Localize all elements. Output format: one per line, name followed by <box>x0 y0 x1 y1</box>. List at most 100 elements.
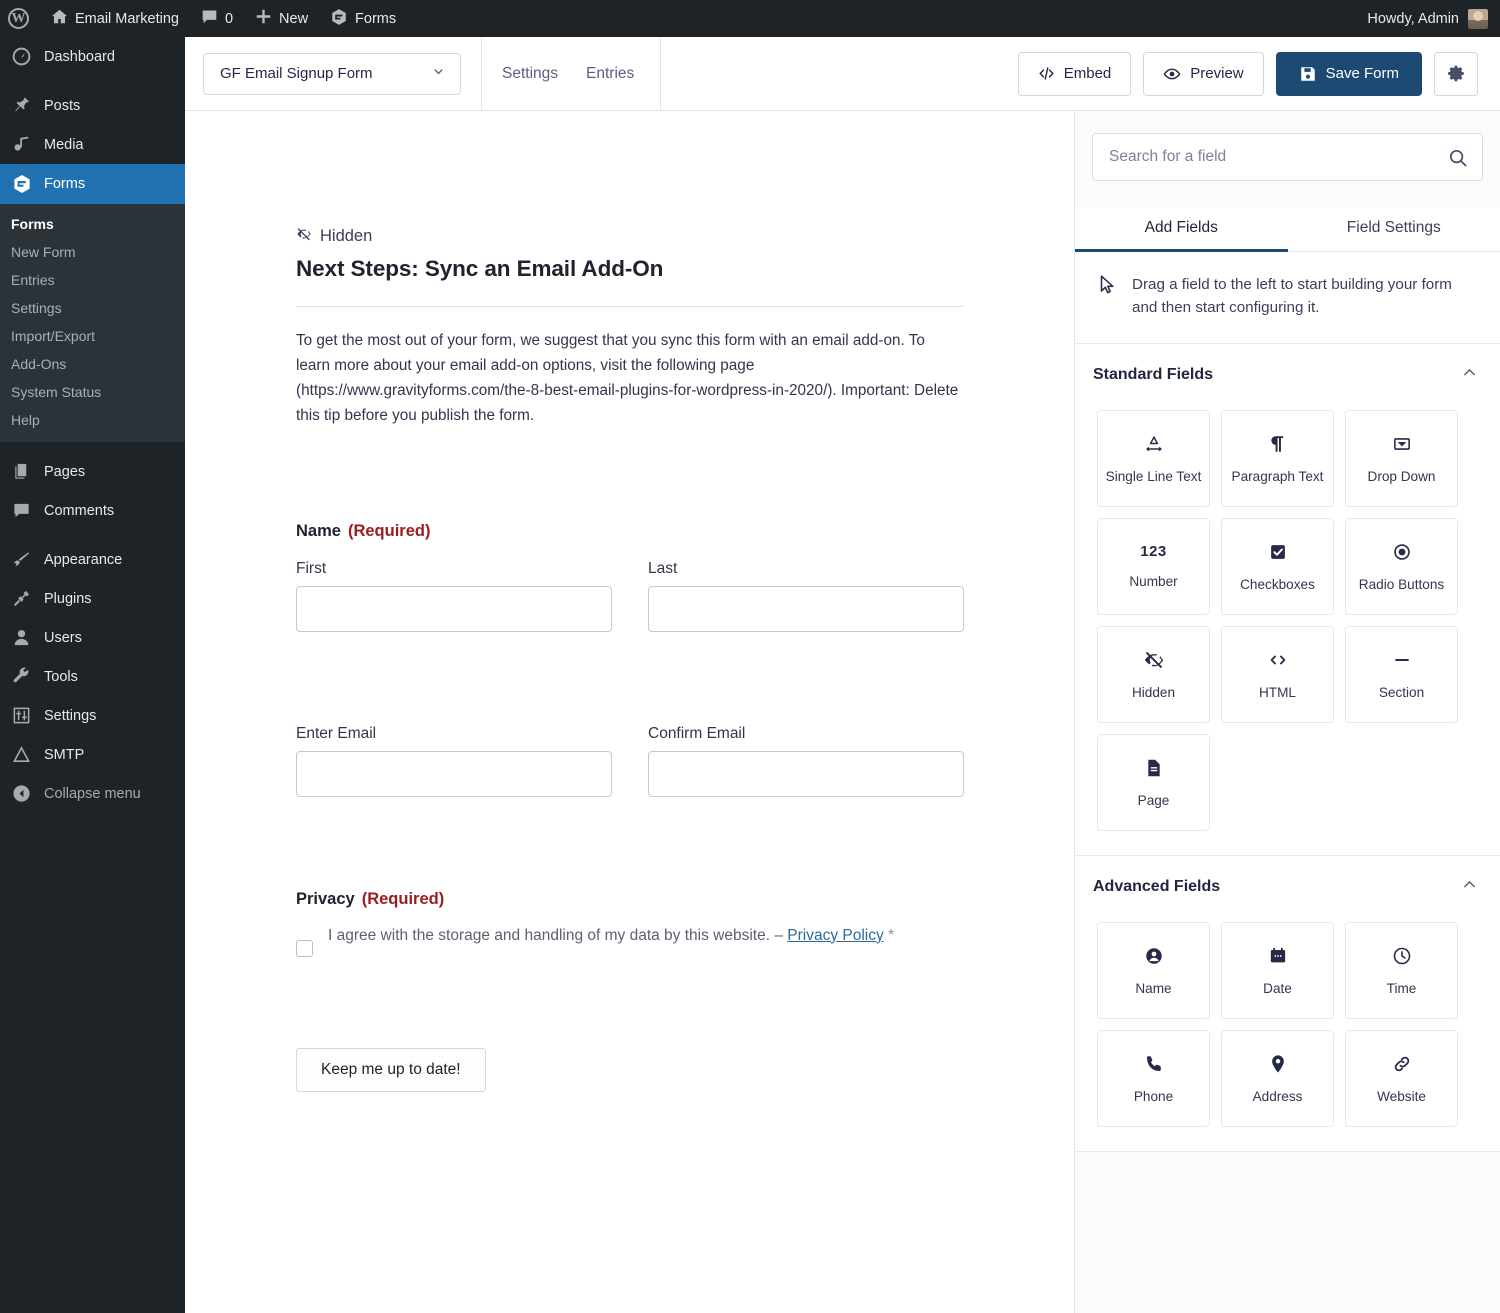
preview-button[interactable]: Preview <box>1143 51 1264 96</box>
group-header-advanced[interactable]: Advanced Fields <box>1075 856 1500 916</box>
privacy-label-text: Privacy <box>296 889 355 908</box>
sidebar-label: Media <box>44 136 84 153</box>
field-card-name[interactable]: Name <box>1097 922 1210 1019</box>
field-card-label: Website <box>1377 1088 1426 1104</box>
sidebar-item-plugins[interactable]: Plugins <box>0 579 185 618</box>
howdy-label: Howdy, Admin <box>1367 10 1459 27</box>
field-card-address[interactable]: Address <box>1221 1030 1334 1127</box>
chevron-up-icon[interactable] <box>1461 364 1478 386</box>
form-editor-toolbar: GF Email Signup Form Settings Entries Em… <box>185 36 1500 111</box>
account-menu[interactable]: Howdy, Admin <box>1367 8 1500 29</box>
field-card-website[interactable]: Website <box>1345 1030 1458 1127</box>
tab-settings[interactable]: Settings <box>502 65 558 83</box>
submenu-item-help[interactable]: Help <box>0 406 185 434</box>
save-form-button[interactable]: Save Form <box>1275 51 1422 96</box>
field-card-hidden[interactable]: Hidden <box>1097 626 1210 723</box>
email-confirm-wrap: Confirm Email <box>648 725 964 797</box>
forms-submenu: Forms New Form Entries Settings Import/E… <box>0 204 185 442</box>
cursor-icon <box>1097 274 1117 301</box>
sidebar-item-tools[interactable]: Tools <box>0 657 185 696</box>
last-name-input[interactable] <box>648 585 964 632</box>
first-name-input[interactable] <box>296 585 612 632</box>
sidebar-item-smtp[interactable]: SMTP <box>0 735 185 774</box>
number-123-icon: 123 <box>1140 543 1167 561</box>
field-card-drop-down[interactable]: Drop Down <box>1345 410 1458 507</box>
enter-email-input[interactable] <box>296 750 612 797</box>
site-name-menu[interactable]: Email Marketing <box>40 0 190 37</box>
privacy-policy-link[interactable]: Privacy Policy <box>787 927 883 944</box>
collapse-label: Collapse menu <box>44 785 141 802</box>
name-label-text: Name <box>296 521 341 540</box>
field-card-phone[interactable]: Phone <box>1097 1030 1210 1127</box>
field-card-label: Phone <box>1133 1088 1174 1104</box>
form-field-name[interactable]: Name (Required) First Last <box>296 522 964 632</box>
search-input[interactable] <box>1093 134 1482 180</box>
submenu-item-new-form[interactable]: New Form <box>0 238 185 266</box>
page-icon <box>1143 757 1165 779</box>
tab-entries[interactable]: Entries <box>586 65 634 83</box>
submenu-item-entries[interactable]: Entries <box>0 266 185 294</box>
tab-add-fields[interactable]: Add Fields <box>1075 207 1288 251</box>
confirm-email-input[interactable] <box>648 750 964 797</box>
field-card-page[interactable]: Page <box>1097 734 1210 831</box>
tab-field-settings[interactable]: Field Settings <box>1288 207 1500 251</box>
name-last-wrap: Last <box>648 560 964 632</box>
field-card-paragraph-text[interactable]: Paragraph Text <box>1221 410 1334 507</box>
first-name-label: First <box>296 559 327 577</box>
sidebar-item-dashboard[interactable]: Dashboard <box>0 37 185 76</box>
sidebar-label: Comments <box>44 502 115 519</box>
admin-sidebar: Dashboard Posts Media Forms Forms New Fo… <box>0 37 185 1313</box>
field-card-section[interactable]: Section <box>1345 626 1458 723</box>
calendar-icon <box>1267 945 1289 967</box>
privacy-consent-checkbox[interactable] <box>296 939 313 957</box>
sidebar-item-posts[interactable]: Posts <box>0 86 185 125</box>
search-box[interactable] <box>1092 133 1483 181</box>
advanced-fields-grid: Name Date Time Phone Address Website <box>1075 916 1500 1151</box>
group-header-standard[interactable]: Standard Fields <box>1075 344 1500 404</box>
chevron-up-icon[interactable] <box>1461 876 1478 898</box>
embed-button[interactable]: Embed <box>1017 51 1132 96</box>
field-card-html[interactable]: HTML <box>1221 626 1334 723</box>
comments-count: 0 <box>224 10 234 27</box>
form-field-email[interactable]: Enter Email Confirm Email <box>296 725 964 797</box>
sidebar-label: Pages <box>44 463 86 480</box>
submenu-item-add-ons[interactable]: Add-Ons <box>0 350 185 378</box>
form-switcher-dropdown[interactable]: GF Email Signup Form <box>203 52 461 95</box>
submenu-item-settings[interactable]: Settings <box>0 294 185 322</box>
form-editor-canvas: Hidden Next Steps: Sync an Email Add-On … <box>185 111 1075 1313</box>
sidebar-item-media[interactable]: Media <box>0 125 185 164</box>
plug-icon <box>11 589 32 608</box>
field-card-label: Address <box>1252 1088 1303 1104</box>
sidebar-item-settings[interactable]: Settings <box>0 696 185 735</box>
submenu-item-system-status[interactable]: System Status <box>0 378 185 406</box>
consent-required-star: * <box>883 926 895 944</box>
form-field-html[interactable]: Hidden Next Steps: Sync an Email Add-On … <box>296 226 964 429</box>
new-content-menu[interactable]: New <box>244 0 319 37</box>
toolbar-actions: Embed Preview Save Form <box>1017 51 1500 96</box>
submenu-item-forms[interactable]: Forms <box>0 210 185 238</box>
field-card-time[interactable]: Time <box>1345 922 1458 1019</box>
last-name-label: Last <box>648 559 678 577</box>
sidebar-label: Dashboard <box>44 48 115 65</box>
sidebar-item-users[interactable]: Users <box>0 618 185 657</box>
form-submit-button[interactable]: Keep me up to date! <box>296 1047 486 1092</box>
sidebar-item-forms[interactable]: Forms <box>0 164 185 204</box>
collapse-menu-button[interactable]: Collapse menu <box>0 774 185 813</box>
field-card-radio-buttons[interactable]: Radio Buttons <box>1345 518 1458 615</box>
sidebar-item-appearance[interactable]: Appearance <box>0 540 185 579</box>
field-card-single-line-text[interactable]: Single Line Text <box>1097 410 1210 507</box>
form-settings-button[interactable] <box>1434 51 1478 96</box>
comments-menu[interactable]: 0 <box>190 0 244 37</box>
submenu-item-import-export[interactable]: Import/Export <box>0 322 185 350</box>
forms-menu[interactable]: Forms <box>319 0 407 37</box>
map-pin-icon <box>1267 1053 1289 1075</box>
sidebar-item-comments[interactable]: Comments <box>0 491 185 530</box>
field-card-number[interactable]: 123 Number <box>1097 518 1210 615</box>
form-field-privacy[interactable]: Privacy (Required) I agree with the stora… <box>296 890 964 957</box>
group-title: Standard Fields <box>1093 366 1214 383</box>
field-card-checkboxes[interactable]: Checkboxes <box>1221 518 1334 615</box>
sidebar-item-pages[interactable]: Pages <box>0 452 185 491</box>
wordpress-logo-menu[interactable]: W <box>0 0 40 37</box>
field-card-date[interactable]: Date <box>1221 922 1334 1019</box>
name-field-label: Name (Required) <box>296 522 964 541</box>
